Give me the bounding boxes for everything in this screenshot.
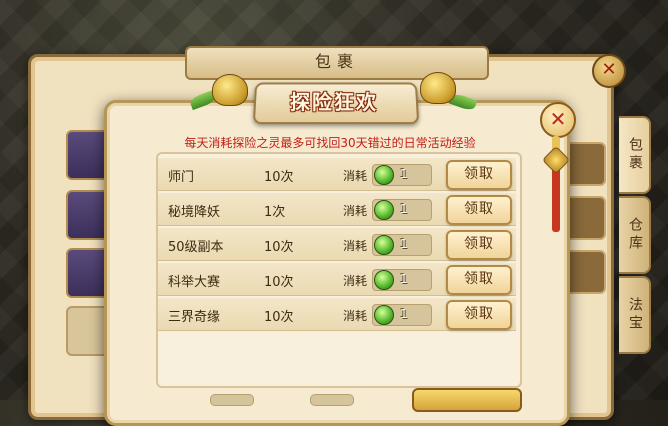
activity-name: 三界奇缘 bbox=[168, 310, 221, 325]
claim-button[interactable]: 领取 bbox=[446, 195, 512, 225]
cost-value: 1 bbox=[400, 167, 408, 181]
activity-count: 1次 bbox=[264, 205, 286, 220]
tab-warehouse[interactable]: 仓库 bbox=[619, 196, 651, 274]
cost-label: 消耗 bbox=[343, 274, 368, 288]
spirit-gem-icon bbox=[374, 235, 394, 255]
currency-box bbox=[210, 394, 254, 406]
dialog-close-button[interactable]: ✕ bbox=[540, 102, 576, 138]
activity-name: 科举大赛 bbox=[168, 275, 221, 290]
spirit-gem-icon bbox=[374, 270, 394, 290]
cost-label: 消耗 bbox=[343, 204, 368, 218]
bulk-claim-button[interactable] bbox=[412, 388, 522, 412]
cost-label: 消耗 bbox=[343, 309, 368, 323]
cost-value: 1 bbox=[400, 307, 408, 321]
activity-count: 10次 bbox=[264, 170, 294, 185]
activity-count: 10次 bbox=[264, 240, 294, 255]
spirit-gem-icon bbox=[374, 200, 394, 220]
cost-value: 1 bbox=[400, 202, 408, 216]
activity-name: 师门 bbox=[168, 170, 195, 185]
claim-button[interactable]: 领取 bbox=[446, 265, 512, 295]
cost-value: 1 bbox=[400, 272, 408, 286]
bag-close-button[interactable]: ✕ bbox=[592, 54, 626, 88]
dialog-description: 每天消耗探险之灵最多可找回30天错过的日常活动经验 bbox=[184, 136, 476, 150]
spirit-gem-icon bbox=[374, 165, 394, 185]
activity-name: 50级副本 bbox=[168, 240, 224, 255]
claim-button[interactable]: 领取 bbox=[446, 300, 512, 330]
activity-name: 秘境降妖 bbox=[168, 205, 221, 220]
claim-button[interactable]: 领取 bbox=[446, 160, 512, 190]
cost-label: 消耗 bbox=[343, 169, 368, 183]
tab-treasure[interactable]: 法宝 bbox=[619, 276, 651, 354]
cost-value: 1 bbox=[400, 237, 408, 251]
dialog-title: 探险狂欢 bbox=[290, 90, 378, 114]
gold-ingot-decoration-icon bbox=[212, 74, 248, 106]
spirit-gem-icon bbox=[374, 305, 394, 325]
activity-count: 10次 bbox=[264, 310, 294, 325]
cost-label: 消耗 bbox=[343, 239, 368, 253]
gold-coin-pile-decoration-icon bbox=[420, 72, 456, 104]
activity-count: 10次 bbox=[264, 275, 294, 290]
claim-button[interactable]: 领取 bbox=[446, 230, 512, 260]
currency-box bbox=[310, 394, 354, 406]
tab-bag[interactable]: 包裹 bbox=[619, 116, 651, 194]
